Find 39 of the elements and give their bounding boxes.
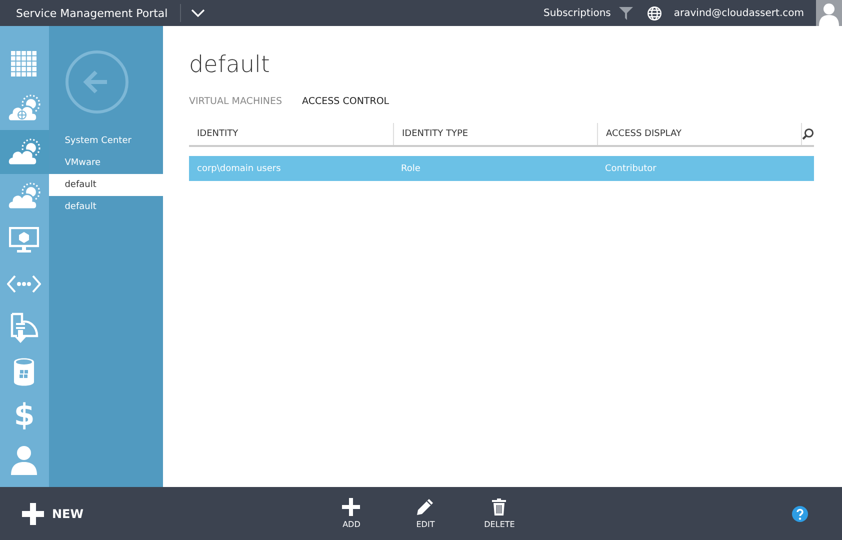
add-button[interactable]: ADD: [325, 498, 378, 529]
page-title: default: [189, 51, 271, 80]
column-header[interactable]: ACCESS DISPLAY: [597, 123, 801, 145]
table-cell-text: Role: [400, 164, 422, 174]
globe-icon[interactable]: [646, 6, 662, 20]
delete-button[interactable]: DELETE: [473, 498, 526, 529]
nav-item[interactable]: default: [48, 174, 163, 196]
new-button[interactable]: NEW: [22, 502, 84, 524]
monitor-icon: [9, 227, 40, 253]
database-icon: [13, 357, 36, 387]
column-header[interactable]: IDENTITY TYPE: [393, 123, 597, 145]
tab[interactable]: ACCESS CONTROL: [302, 96, 390, 107]
edit-button[interactable]: EDIT: [399, 498, 452, 529]
user-email[interactable]: aravind@cloudassert.com: [674, 8, 804, 18]
portal-title: Service Management Portal: [15, 6, 169, 20]
dollar-icon: $: [14, 400, 35, 432]
code-icon: [7, 274, 42, 294]
chevron-icon: [191, 8, 205, 18]
table-cell-text: Contributor: [604, 164, 658, 174]
cloud-sun-icon: [7, 182, 42, 210]
search-icon[interactable]: [802, 128, 814, 140]
plus-icon: [342, 498, 360, 516]
tab[interactable]: VIRTUAL MACHINES: [189, 96, 282, 107]
pencil-icon: [416, 498, 434, 516]
document-cloud-icon: [9, 312, 40, 344]
plus-icon: [22, 502, 44, 524]
avatar-icon[interactable]: [816, 0, 842, 26]
grid-icon: [11, 51, 38, 77]
filter-icon[interactable]: [618, 6, 633, 20]
cloud-sun-icon: [7, 138, 42, 166]
back-button[interactable]: [64, 50, 129, 114]
person-icon: [10, 445, 38, 475]
trash-icon: [491, 498, 508, 516]
help-icon[interactable]: [792, 506, 808, 522]
table-cell-text: corp\domain users: [196, 164, 282, 174]
subscriptions-link[interactable]: Subscriptions: [544, 8, 611, 18]
column-header[interactable]: IDENTITY: [189, 123, 393, 145]
cloud-globe-icon: [7, 94, 42, 122]
rail-item[interactable]: [0, 130, 49, 174]
